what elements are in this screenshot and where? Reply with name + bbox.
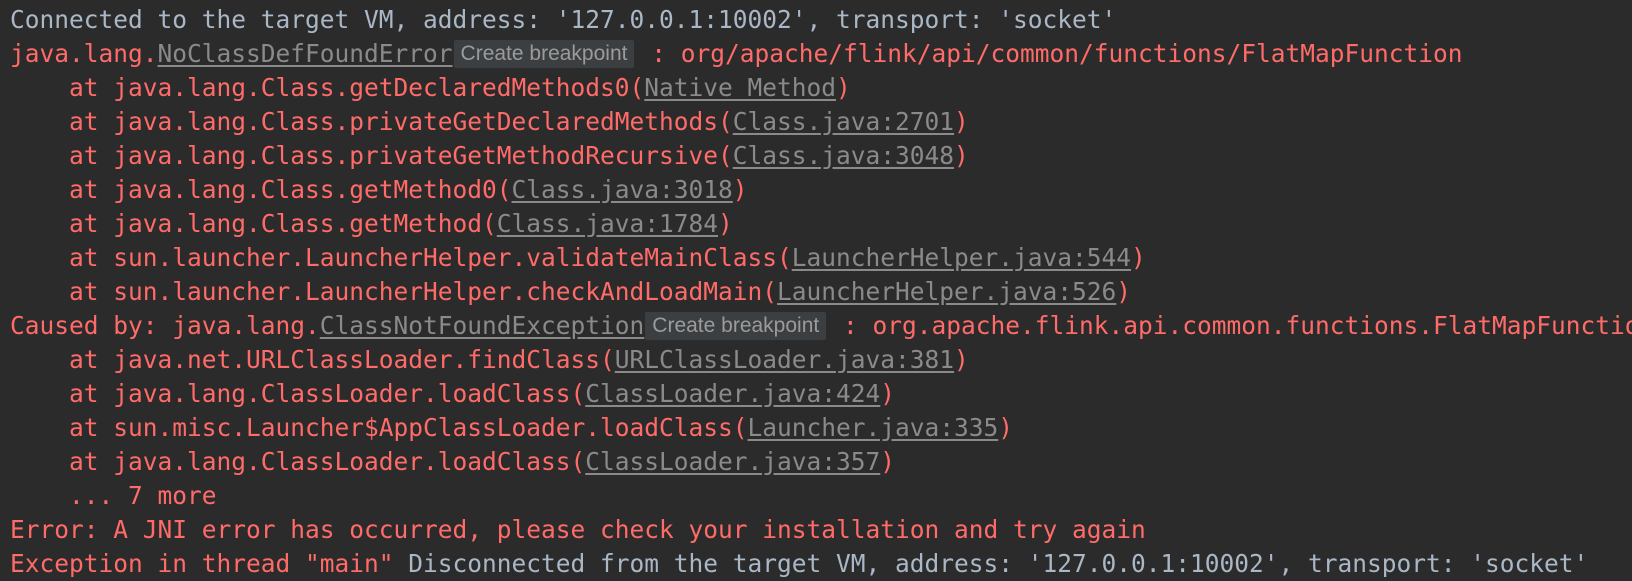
- source-link[interactable]: Class.java:2701: [733, 107, 954, 136]
- exception-package-text: Caused by: java.lang.: [10, 311, 320, 340]
- exception-message-text: : org/apache/flink/api/common/functions/…: [636, 39, 1463, 68]
- source-link[interactable]: ClassLoader.java:357: [585, 447, 880, 476]
- source-link[interactable]: Native Method: [644, 73, 836, 102]
- line-frame-11: at java.lang.ClassLoader.loadClass(Class…: [0, 445, 1632, 479]
- stack-frame-text-end: ): [718, 209, 733, 238]
- source-link[interactable]: LauncherHelper.java:544: [792, 243, 1131, 272]
- create-breakpoint-badge[interactable]: Create breakpoint: [453, 40, 635, 68]
- source-link[interactable]: URLClassLoader.java:381: [615, 345, 954, 374]
- stack-frame-text: at java.lang.Class.getMethod(: [10, 209, 497, 238]
- console-system-text: Connected to the target VM, address: '12…: [10, 5, 1117, 34]
- line-exception-main: Exception in thread "main" Disconnected …: [0, 547, 1632, 581]
- stack-frame-text-end: ): [998, 413, 1014, 442]
- stack-frame-text: at java.lang.Class.privateGetDeclaredMet…: [10, 107, 733, 136]
- line-frame-3: at java.lang.Class.privateGetMethodRecur…: [0, 139, 1632, 173]
- exception-class-link[interactable]: NoClassDefFoundError: [158, 39, 453, 68]
- source-link[interactable]: Class.java:3048: [733, 141, 954, 170]
- exception-thread-text: Exception in thread "main": [10, 549, 409, 578]
- stack-frame-text-end: ): [1116, 277, 1132, 306]
- stack-frame-text: at java.lang.ClassLoader.loadClass(: [10, 447, 586, 476]
- exception-class-link[interactable]: ClassNotFoundException: [320, 311, 645, 340]
- source-link[interactable]: LauncherHelper.java:526: [777, 277, 1116, 306]
- line-frame-6: at sun.launcher.LauncherHelper.validateM…: [0, 241, 1632, 275]
- line-frame-7: at sun.launcher.LauncherHelper.checkAndL…: [0, 275, 1632, 309]
- line-frame-8: at java.net.URLClassLoader.findClass(URL…: [0, 343, 1632, 377]
- stack-frame-text: at sun.misc.Launcher$AppClassLoader.load…: [10, 413, 748, 442]
- stack-frame-text-end: ): [1131, 243, 1146, 272]
- stack-frame-text-end: ): [954, 141, 969, 170]
- console-error-text: Error: A JNI error has occurred, please …: [10, 515, 1146, 544]
- stack-frame-text-end: ): [880, 379, 896, 408]
- line-frame-2: at java.lang.Class.privateGetDeclaredMet…: [0, 105, 1632, 139]
- line-caused-by: Caused by: java.lang.ClassNotFoundExcept…: [0, 309, 1632, 343]
- source-link[interactable]: Launcher.java:335: [748, 413, 999, 442]
- stack-frame-text-end: ): [880, 447, 896, 476]
- stack-frame-text: at sun.launcher.LauncherHelper.checkAndL…: [10, 277, 778, 306]
- source-link[interactable]: Class.java:3018: [512, 175, 733, 204]
- stack-frame-text: at java.net.URLClassLoader.findClass(: [10, 345, 615, 374]
- line-connected: Connected to the target VM, address: '12…: [0, 3, 1632, 37]
- line-frame-4: at java.lang.Class.getMethod0(Class.java…: [0, 173, 1632, 207]
- exception-message-text: : org.apache.flink.api.common.functions.…: [828, 311, 1632, 340]
- line-exception-header: java.lang.NoClassDefFoundError Create bre…: [0, 37, 1632, 71]
- source-link[interactable]: Class.java:1784: [497, 209, 718, 238]
- stack-frame-text: at java.lang.Class.privateGetMethodRecur…: [10, 141, 733, 170]
- stack-frame-text: at java.lang.Class.getMethod0(: [10, 175, 512, 204]
- line-frame-1: at java.lang.Class.getDeclaredMethods0(N…: [0, 71, 1632, 105]
- line-frame-5: at java.lang.Class.getMethod(Class.java:…: [0, 207, 1632, 241]
- stack-frame-text-end: ): [836, 73, 851, 102]
- stack-frame-text: at sun.launcher.LauncherHelper.validateM…: [10, 243, 792, 272]
- line-more: ... 7 more: [0, 479, 1632, 513]
- line-frame-10: at sun.misc.Launcher$AppClassLoader.load…: [0, 411, 1632, 445]
- exception-package-text: java.lang.: [10, 39, 158, 68]
- stack-frame-text-end: ): [732, 175, 748, 204]
- stack-frame-text: at java.lang.ClassLoader.loadClass(: [10, 379, 586, 408]
- line-frame-9: at java.lang.ClassLoader.loadClass(Class…: [0, 377, 1632, 411]
- stack-frame-text-end: ): [954, 107, 969, 136]
- stack-frame-text: at java.lang.Class.getDeclaredMethods0(: [10, 73, 645, 102]
- stack-frame-text-end: ): [954, 345, 969, 374]
- line-jni-error: Error: A JNI error has occurred, please …: [0, 513, 1632, 547]
- console-error-text: ... 7 more: [10, 481, 217, 510]
- console-output-panel[interactable]: Connected to the target VM, address: '12…: [0, 0, 1632, 578]
- source-link[interactable]: ClassLoader.java:424: [585, 379, 880, 408]
- create-breakpoint-badge[interactable]: Create breakpoint: [645, 312, 827, 340]
- console-system-text: Disconnected from the target VM, address…: [408, 549, 1589, 578]
